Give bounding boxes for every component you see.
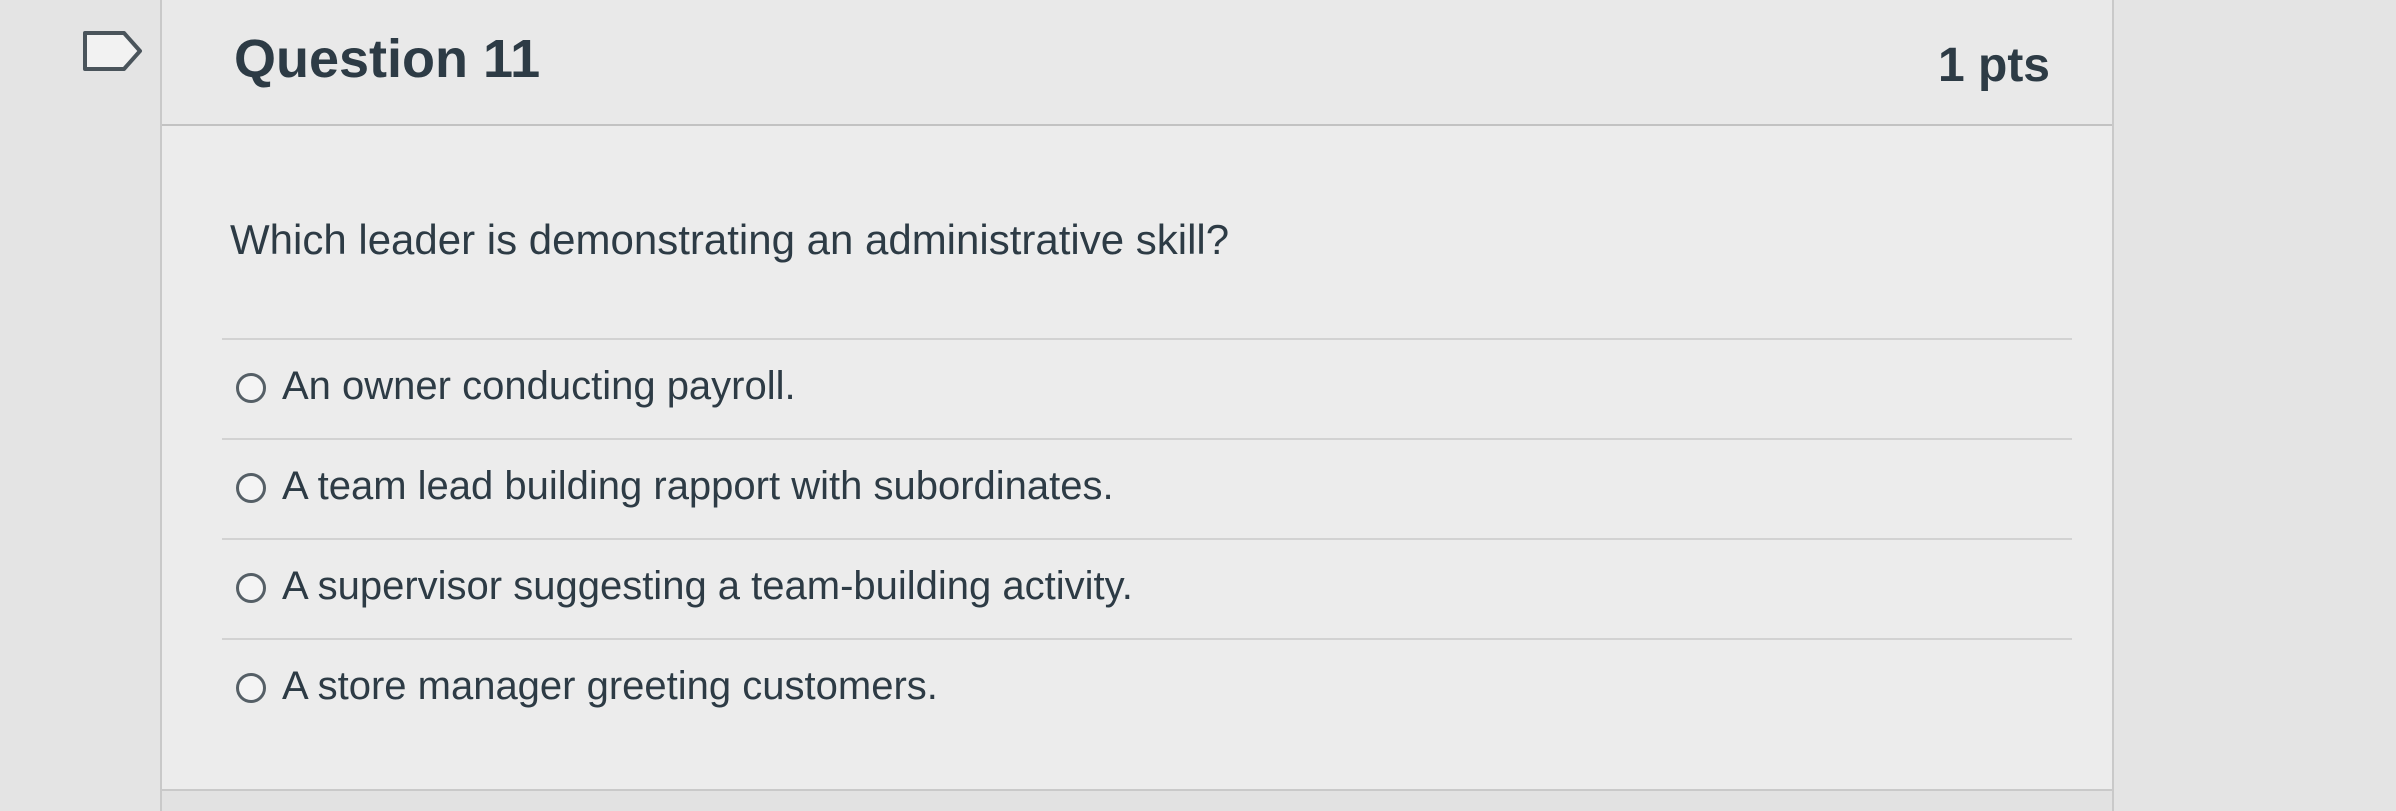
question-header: Question 11 1 pts (162, 0, 2112, 126)
radio-button[interactable] (236, 573, 266, 603)
flag-question-icon[interactable] (82, 30, 144, 72)
answer-option[interactable]: An owner conducting payroll. (222, 340, 2072, 440)
question-text: Which leader is demonstrating an adminis… (230, 216, 1230, 263)
answer-label[interactable]: A team lead building rapport with subord… (282, 464, 1114, 509)
answer-option[interactable]: A store manager greeting customers. (222, 640, 2072, 738)
answer-option[interactable]: A supervisor suggesting a team-building … (222, 540, 2072, 640)
question-points: 1 pts (1937, 39, 2050, 92)
question-body: Which leader is demonstrating an adminis… (162, 126, 2112, 791)
radio-button[interactable] (236, 673, 266, 703)
answer-list: An owner conducting payroll. A team lead… (222, 338, 2072, 738)
question-card: Question 11 1 pts Which leader is demons… (160, 0, 2114, 811)
answer-label[interactable]: A supervisor suggesting a team-building … (282, 564, 1133, 609)
card-bottom-edge (162, 789, 2112, 811)
answer-label[interactable]: An owner conducting payroll. (282, 364, 796, 409)
radio-button[interactable] (236, 473, 266, 503)
answer-option[interactable]: A team lead building rapport with subord… (222, 440, 2072, 540)
answer-label[interactable]: A store manager greeting customers. (282, 664, 938, 709)
radio-button[interactable] (236, 373, 266, 403)
question-title: Question 11 (234, 29, 541, 89)
